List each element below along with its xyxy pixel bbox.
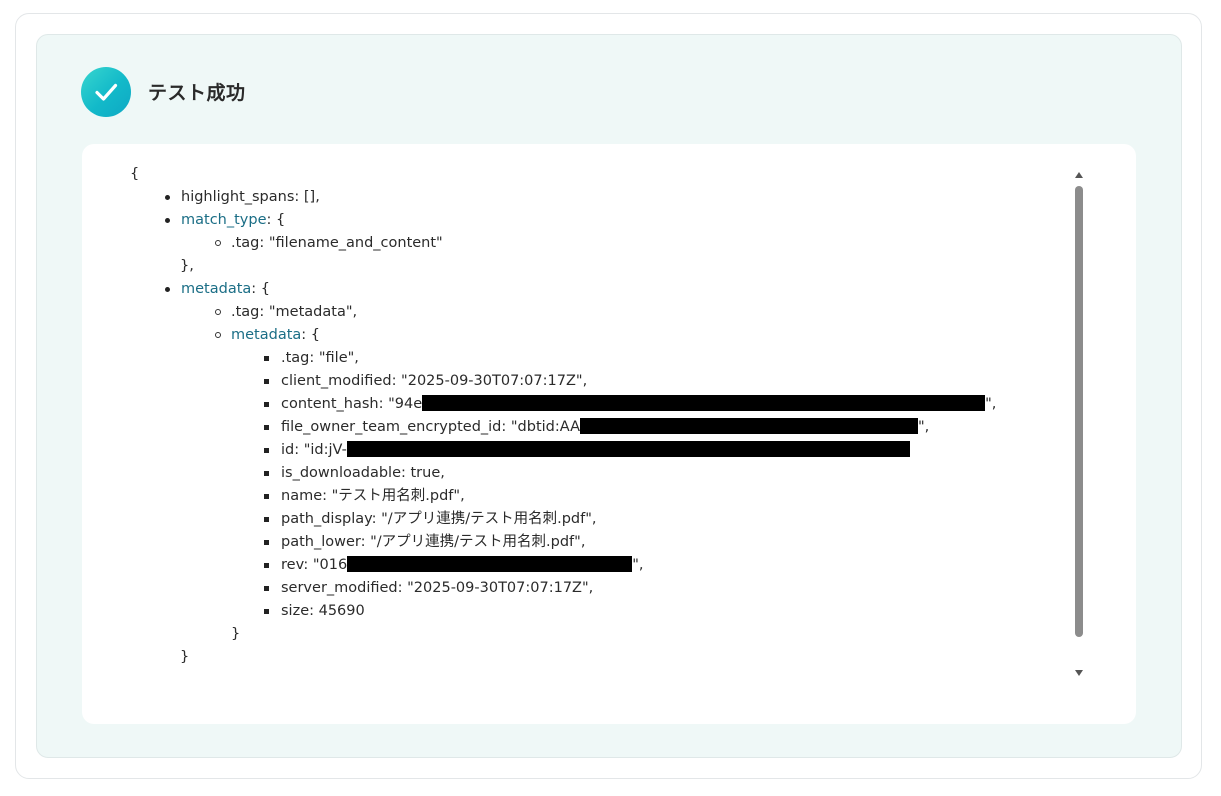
match-type-open: : { [266,212,286,228]
inner-metadata-line: metadata: { [231,325,320,345]
bullet-circle [215,309,221,315]
field-rev: rev: "016 ", [281,555,643,575]
bullet-square [264,425,269,430]
check-circle-icon [81,67,131,117]
scrollbar-thumb[interactable] [1075,186,1083,637]
inner-metadata-open: : { [301,327,321,343]
field-size: size: 45690 [281,603,365,619]
match-type-tag-line: .tag: "filename_and_content" [231,235,443,251]
metadata-close: } [180,649,190,665]
field-path-display: path_display: "/アプリ連携/テスト用名刺.pdf", [281,511,597,527]
bullet-square [264,609,269,614]
content-hash-prefix: content_hash: "94e [281,396,423,412]
content-hash-suffix: ", [985,396,997,412]
inner-metadata-close: } [231,626,241,642]
id-prefix: id: "id:jV- [281,442,347,458]
field-name: name: "テスト用名刺.pdf", [281,488,465,504]
field-path-lower: path_lower: "/アプリ連携/テスト用名刺.pdf", [281,534,586,550]
bullet-disc [165,195,170,200]
metadata-tag-line: .tag: "metadata", [231,304,358,320]
rev-prefix: rev: "016 [281,557,348,573]
field-is-downloadable: is_downloadable: true, [281,465,445,481]
redacted-block [346,441,910,457]
bullet-disc [165,287,170,292]
redacted-block [347,556,633,572]
scroll-down-arrow-icon[interactable] [1075,670,1083,676]
field-id: id: "id:jV- [281,440,910,460]
bullet-square [264,540,269,545]
bullet-square [264,448,269,453]
metadata-key[interactable]: metadata [181,281,251,297]
metadata-open: : { [251,281,271,297]
redacted-block [422,395,986,411]
scroll-up-arrow-icon[interactable] [1075,172,1083,178]
file-owner-prefix: file_owner_team_encrypted_id: "dbtid:AA [281,419,580,435]
bullet-square [264,517,269,522]
field-tag: .tag: "file", [281,350,359,366]
highlight-spans-line: highlight_spans: [], [181,189,320,205]
rev-suffix: ", [632,557,644,573]
bullet-square [264,471,269,476]
bullet-circle [215,332,221,338]
bullet-disc [165,218,170,223]
open-brace: { [130,166,140,182]
match-type-close: }, [180,258,194,274]
bullet-circle [215,240,221,246]
bullet-square [264,356,269,361]
bullet-square [264,402,269,407]
page-title: テスト成功 [148,82,246,104]
field-file-owner: file_owner_team_encrypted_id: "dbtid:AA "… [281,417,929,437]
bullet-square [264,379,269,384]
metadata-line: metadata: { [181,279,270,299]
match-type-line: match_type: { [181,210,285,230]
field-server-modified: server_modified: "2025-09-30T07:07:17Z", [281,580,594,596]
bullet-square [264,494,269,499]
field-client-modified: client_modified: "2025-09-30T07:07:17Z", [281,373,588,389]
match-type-key[interactable]: match_type [181,212,267,228]
bullet-square [264,563,269,568]
file-owner-suffix: ", [918,419,930,435]
field-content-hash: content_hash: "94e ", [281,394,996,414]
bullet-square [264,586,269,591]
redacted-block [580,418,918,434]
inner-metadata-key[interactable]: metadata [231,327,301,343]
